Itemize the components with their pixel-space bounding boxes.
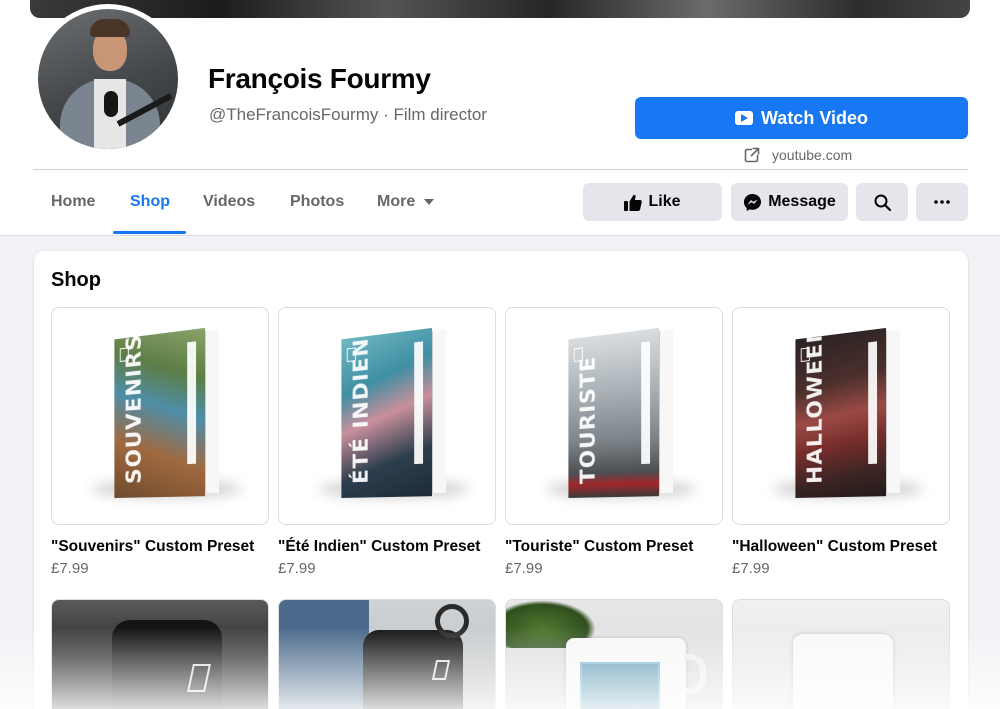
product-image[interactable]: TOURISTE — [505, 307, 723, 525]
microphone-icon — [104, 91, 118, 117]
search-button[interactable] — [856, 183, 908, 221]
tab-shop-label: Shop — [130, 193, 170, 210]
video-play-icon — [734, 111, 753, 125]
active-tab-indicator — [113, 231, 186, 234]
more-options-button[interactable] — [916, 183, 968, 221]
chevron-down-icon — [424, 199, 435, 205]
product-image[interactable]: SOUVENIRS — [51, 307, 269, 525]
product-card[interactable]: TOURISTE "Touriste" Custom Preset £7.99 — [505, 307, 723, 577]
tab-videos-label: Videos — [203, 193, 256, 210]
box-side — [432, 329, 447, 494]
page-header: François Fourmy @TheFrancoisFourmy · Fil… — [0, 0, 1000, 236]
product-title[interactable]: "Halloween" Custom Preset — [732, 538, 950, 556]
watch-video-label: Watch Video — [760, 107, 868, 128]
product-card[interactable]: SOUVENIRS "Souvenirs" Custom Preset £7.9… — [51, 307, 269, 577]
like-button[interactable]: Like — [583, 183, 722, 221]
product-price: £7.99 — [51, 560, 89, 577]
tab-more-label: More — [377, 193, 416, 210]
watch-video-button[interactable]: Watch Video — [635, 97, 968, 139]
message-button[interactable]: Message — [731, 183, 848, 221]
header-divider — [33, 169, 968, 170]
box-title: TOURISTE — [577, 354, 601, 485]
product-title[interactable]: "Touriste" Custom Preset — [505, 538, 723, 556]
tab-shop[interactable]: Shop — [130, 170, 170, 234]
box-side — [886, 329, 901, 494]
product-image[interactable]: ÉTÉ INDIEN — [278, 307, 496, 525]
preset-box: HALLOWEEN — [795, 322, 901, 499]
preset-box: ÉTÉ INDIEN — [341, 326, 447, 499]
bottom-fade — [0, 627, 1000, 709]
avatar[interactable] — [38, 9, 178, 149]
product-title[interactable]: "Été Indien" Custom Preset — [278, 538, 496, 556]
product-card[interactable]: HALLOWEEN "Halloween" Custom Preset £7.9… — [732, 307, 950, 577]
box-title: ÉTÉ INDIEN — [350, 336, 374, 485]
preset-box: SOUVENIRS — [114, 326, 220, 499]
more-horizontal-icon — [934, 200, 950, 204]
tab-photos-label: Photos — [290, 193, 345, 210]
external-link-label: youtube.com — [772, 147, 853, 163]
box-stripe — [868, 341, 878, 465]
tab-home-label: Home — [51, 193, 96, 210]
page-subtitle: @TheFrancoisFourmy · Film director — [209, 105, 487, 124]
box-title: SOUVENIRS — [123, 332, 147, 485]
box-stripe — [187, 341, 197, 465]
external-link[interactable]: youtube.com — [744, 144, 852, 166]
box-stripe — [414, 341, 424, 465]
tab-photos[interactable]: Photos — [290, 170, 344, 234]
like-label: Like — [648, 193, 681, 210]
search-icon — [874, 194, 891, 211]
external-link-icon — [744, 147, 760, 163]
message-label: Message — [768, 193, 836, 210]
product-image[interactable]: HALLOWEEN — [732, 307, 950, 525]
thumbs-up-icon — [624, 194, 643, 211]
product-price: £7.99 — [505, 560, 543, 577]
avatar-hair — [90, 19, 130, 37]
product-title[interactable]: "Souvenirs" Custom Preset — [51, 538, 269, 556]
page-title: François Fourmy — [208, 63, 431, 94]
shop-title: Shop — [51, 269, 101, 291]
tab-more[interactable]: More — [377, 170, 435, 234]
messenger-icon — [744, 193, 762, 211]
preset-box: TOURISTE — [568, 326, 674, 499]
product-card[interactable]: ÉTÉ INDIEN "Été Indien" Custom Preset £7… — [278, 307, 496, 577]
box-title: HALLOWEEN — [804, 322, 828, 485]
product-price: £7.99 — [732, 560, 770, 577]
cover-photo[interactable] — [30, 0, 970, 18]
tab-home[interactable]: Home — [51, 170, 95, 234]
box-side — [659, 329, 674, 494]
box-side — [205, 329, 220, 494]
box-stripe — [641, 341, 651, 465]
tab-videos[interactable]: Videos — [203, 170, 255, 234]
product-price: £7.99 — [278, 560, 316, 577]
